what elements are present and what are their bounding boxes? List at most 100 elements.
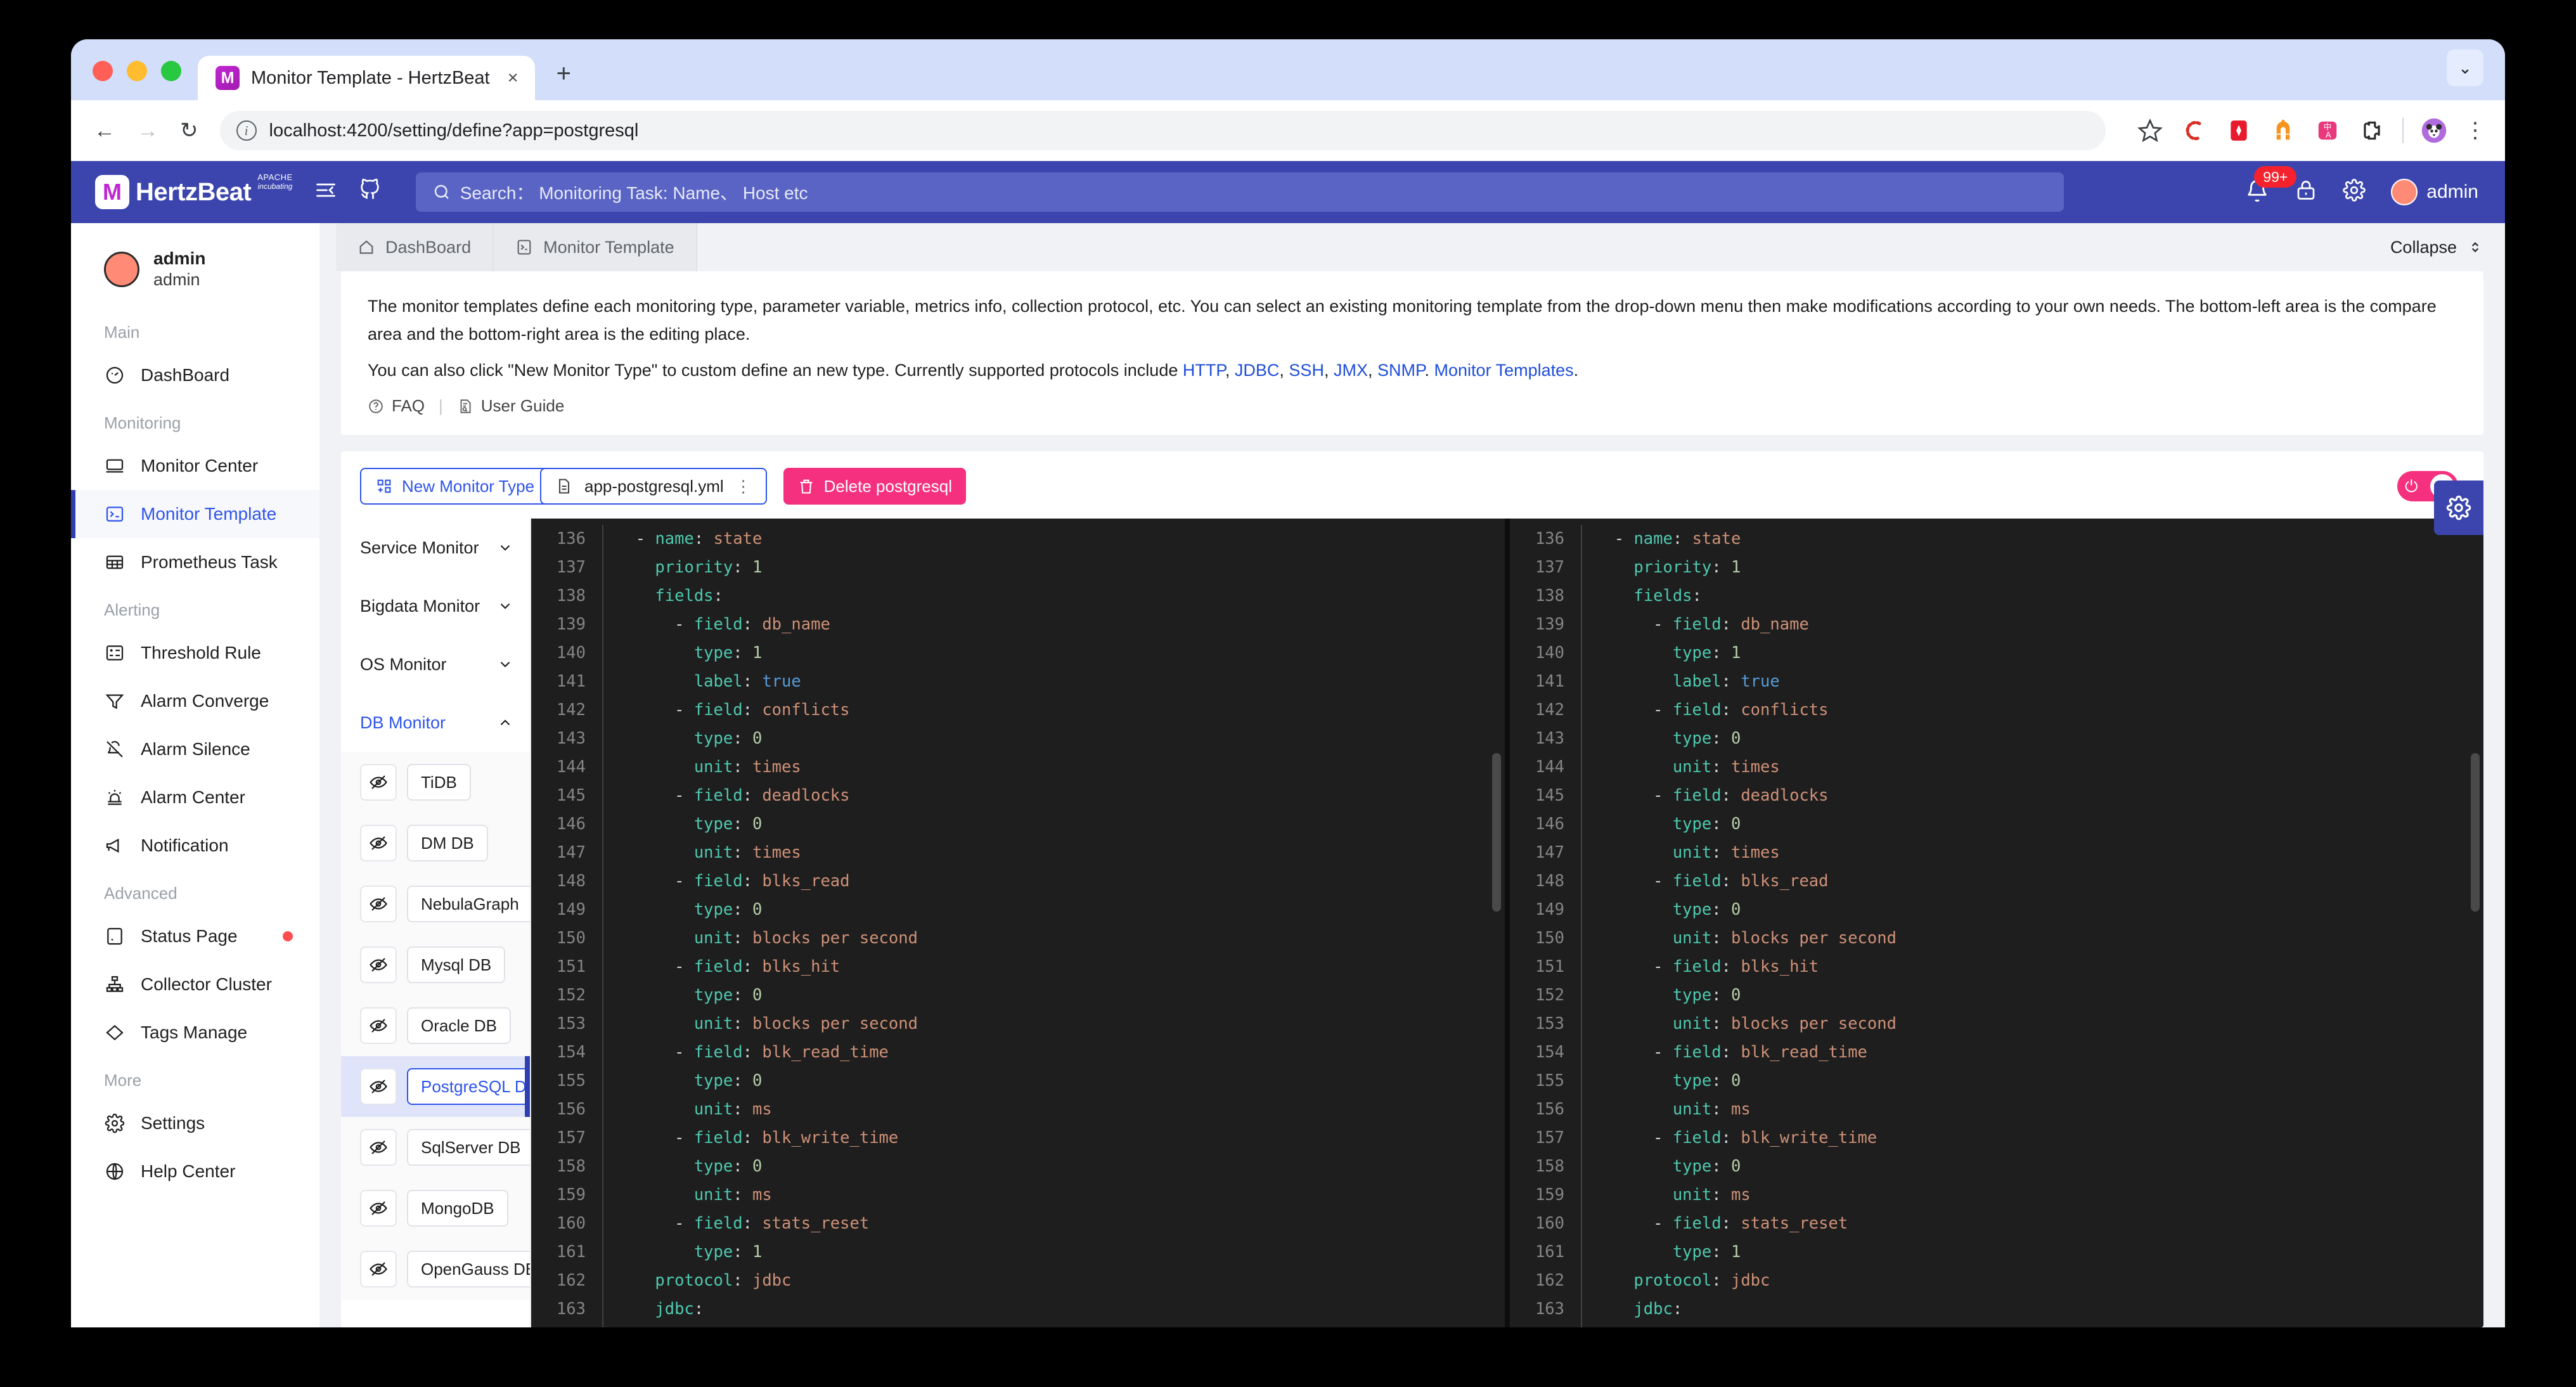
db-item-tidb[interactable]: TiDB: [341, 752, 530, 813]
delete-template-button[interactable]: Delete postgresql: [783, 468, 966, 505]
collapse-toggle[interactable]: Collapse: [2390, 223, 2483, 271]
sidebar-item-alarm-silence[interactable]: Alarm Silence: [71, 725, 319, 773]
eye-slash-icon[interactable]: [360, 764, 397, 801]
hertzbeat-logo[interactable]: M HertzBeat APACHE incubating: [95, 175, 293, 209]
edit-editor-scrollbar[interactable]: [2471, 753, 2480, 912]
new-tab-button[interactable]: +: [535, 61, 571, 100]
category-label: Service Monitor: [360, 538, 479, 558]
sidebar-item-status-page[interactable]: Status Page: [71, 912, 319, 960]
eye-slash-icon[interactable]: [360, 1007, 397, 1044]
db-item-label[interactable]: OpenGauss DB: [407, 1251, 531, 1287]
faq-link[interactable]: FAQ: [368, 396, 425, 416]
notifications-button[interactable]: 99+: [2245, 179, 2269, 206]
user-menu[interactable]: admin: [2391, 179, 2478, 205]
extension-translate-icon[interactable]: 中A: [2314, 117, 2341, 145]
category-service-monitor[interactable]: Service Monitor: [341, 519, 530, 577]
db-item-label[interactable]: Mysql DB: [407, 946, 505, 983]
browser-menu-icon[interactable]: ⋮: [2464, 124, 2486, 137]
sidebar-item-notification[interactable]: Notification: [71, 822, 319, 870]
sidebar-item-help-center[interactable]: Help Center: [71, 1147, 319, 1196]
sidebar-item-prometheus-task[interactable]: Prometheus Task: [71, 538, 319, 586]
extension-wreath-icon[interactable]: [2180, 117, 2208, 145]
link-jmx[interactable]: JMX: [1334, 361, 1368, 380]
compare-editor-scrollbar[interactable]: [1492, 753, 1501, 912]
sidebar-item-collector-cluster[interactable]: Collector Cluster: [71, 960, 319, 1009]
minimize-window-button[interactable]: [127, 61, 147, 81]
global-search-input[interactable]: Search： Monitoring Task: Name、 Host etc: [416, 172, 2064, 212]
sidebar-item-alarm-converge[interactable]: Alarm Converge: [71, 677, 319, 725]
site-info-icon[interactable]: i: [236, 120, 257, 141]
eye-slash-icon[interactable]: [360, 946, 397, 983]
db-item-label[interactable]: Oracle DB: [407, 1007, 511, 1044]
user-guide-link[interactable]: User Guide: [457, 396, 565, 416]
settings-gear-icon[interactable]: [2343, 179, 2366, 205]
db-item-opengauss-db[interactable]: OpenGauss DB: [341, 1239, 530, 1300]
db-item-sqlserver-db[interactable]: SqlServer DB: [341, 1117, 530, 1178]
maximize-window-button[interactable]: [161, 61, 181, 81]
compare-editor-pane[interactable]: 136 - name: state 137 priority: 1 138 fi…: [531, 519, 1510, 1327]
lock-icon[interactable]: [2295, 179, 2317, 205]
sidebar-item-monitor-template[interactable]: Monitor Template: [71, 490, 319, 538]
sidebar-item-alarm-center[interactable]: Alarm Center: [71, 773, 319, 822]
file-menu-kebab-icon[interactable]: ⋮: [735, 477, 752, 496]
db-item-mysql-db[interactable]: Mysql DB: [341, 934, 530, 995]
bookmark-star-icon[interactable]: [2136, 117, 2164, 145]
db-item-postgresql-db[interactable]: PostgreSQL DB: [341, 1056, 530, 1117]
extension-puzzle-icon[interactable]: [2358, 117, 2386, 145]
eye-slash-icon[interactable]: [360, 1129, 397, 1166]
tab-dashboard[interactable]: DashBoard: [336, 223, 494, 271]
tab-monitor-template[interactable]: Monitor Template: [494, 223, 697, 271]
eye-slash-icon[interactable]: [360, 886, 397, 922]
category-label: Bigdata Monitor: [360, 597, 480, 616]
eye-slash-icon[interactable]: [360, 1251, 397, 1287]
category-db-monitor[interactable]: DB Monitor: [341, 694, 530, 752]
eye-slash-icon[interactable]: [360, 825, 397, 861]
sidebar-profile[interactable]: admin admin: [71, 229, 319, 309]
sidebar-item-threshold-rule[interactable]: Threshold Rule: [71, 629, 319, 677]
logo-mark-icon: M: [95, 175, 129, 209]
sidebar-item-tags-manage[interactable]: Tags Manage: [71, 1009, 319, 1057]
dashboard-icon: [104, 364, 126, 386]
db-item-label[interactable]: PostgreSQL DB: [407, 1068, 531, 1105]
sidebar-item-monitor-center[interactable]: Monitor Center: [71, 442, 319, 490]
db-item-label[interactable]: NebulaGraph: [407, 886, 531, 922]
profile-avatar-icon[interactable]: [2420, 117, 2448, 145]
extension-helmet-icon[interactable]: [2269, 117, 2297, 145]
reload-icon[interactable]: ↻: [180, 120, 198, 141]
db-item-label[interactable]: MongoDB: [407, 1190, 508, 1227]
close-window-button[interactable]: [93, 61, 113, 81]
category-bigdata-monitor[interactable]: Bigdata Monitor: [341, 577, 530, 635]
tab-list-chevron-down-icon[interactable]: ⌄: [2447, 49, 2483, 86]
forward-icon[interactable]: →: [137, 120, 158, 141]
sidebar-collapse-icon[interactable]: [314, 179, 337, 205]
eye-slash-icon[interactable]: [360, 1068, 397, 1105]
db-item-label[interactable]: SqlServer DB: [407, 1129, 531, 1166]
db-item-oracle-db[interactable]: Oracle DB: [341, 995, 530, 1056]
db-item-nebulagraph[interactable]: NebulaGraph: [341, 874, 530, 934]
link-jdbc[interactable]: JDBC: [1235, 361, 1280, 380]
category-label: DB Monitor: [360, 713, 446, 733]
delete-template-label: Delete postgresql: [824, 477, 952, 496]
close-tab-icon[interactable]: ×: [508, 68, 518, 89]
eye-slash-icon[interactable]: [360, 1190, 397, 1227]
db-item-label[interactable]: TiDB: [407, 764, 471, 801]
browser-tab[interactable]: M Monitor Template - HertzBeat ×: [198, 56, 535, 100]
link-monitor-templates[interactable]: Monitor Templates: [1434, 361, 1574, 380]
template-file-select[interactable]: app-postgresql.yml ⋮: [540, 468, 767, 505]
db-item-label[interactable]: DM DB: [407, 825, 488, 861]
db-item-dm-db[interactable]: DM DB: [341, 813, 530, 874]
editor-settings-gear-icon[interactable]: [2434, 481, 2483, 535]
address-bar[interactable]: i localhost:4200/setting/define?app=post…: [220, 111, 2106, 150]
new-monitor-type-button[interactable]: New Monitor Type: [360, 468, 550, 505]
link-snmp[interactable]: SNMP: [1377, 361, 1425, 380]
extension-card-icon[interactable]: [2225, 117, 2253, 145]
sidebar-item-dashboard[interactable]: DashBoard: [71, 351, 319, 399]
link-http[interactable]: HTTP: [1183, 361, 1225, 380]
back-icon[interactable]: ←: [94, 120, 115, 141]
category-os-monitor[interactable]: OS Monitor: [341, 635, 530, 694]
link-ssh[interactable]: SSH: [1289, 361, 1324, 380]
db-item-mongodb[interactable]: MongoDB: [341, 1178, 530, 1239]
edit-editor-pane[interactable]: 136 - name: state 137 priority: 1 138 fi…: [1510, 519, 2483, 1327]
sidebar-item-settings[interactable]: Settings: [71, 1099, 319, 1147]
github-icon[interactable]: [359, 179, 382, 205]
